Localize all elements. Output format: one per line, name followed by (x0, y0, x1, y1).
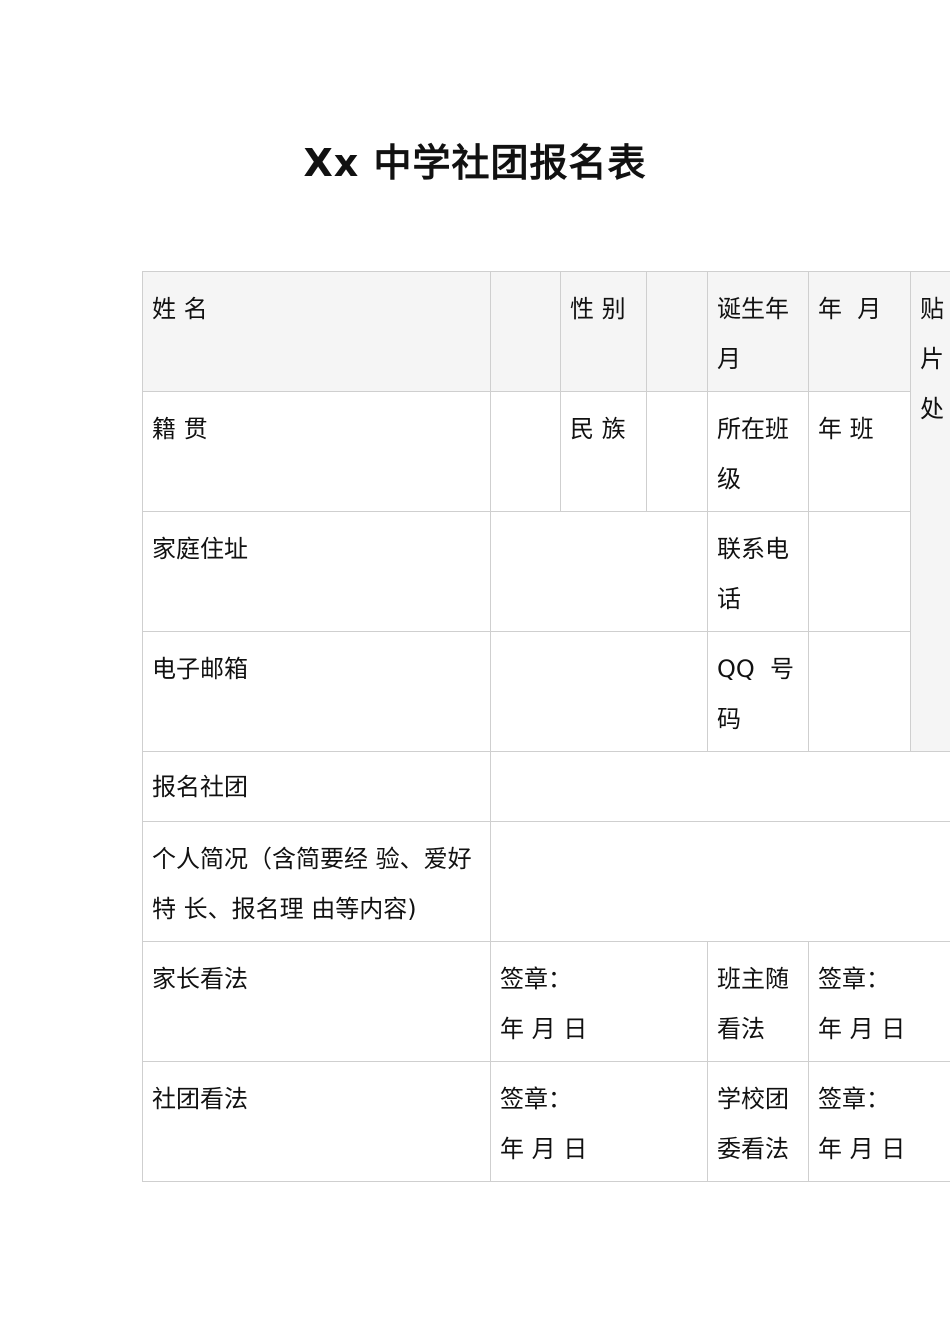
club-field[interactable] (490, 751, 950, 822)
teacher-date-label: 年 月 日 (818, 1015, 906, 1043)
registration-table: 姓 名 性 别 诞生年月 年 月 贴片处 籍 贯 民 族 所在班级 年 班 家庭… (142, 271, 950, 1182)
name-field[interactable] (490, 271, 561, 392)
club-opinion-field[interactable]: 签章： 年 月 日 (490, 1061, 708, 1182)
profile-label: 个人简况（含简要经 验、爱好特 长、报名理 由等内容) (142, 821, 491, 942)
table-row: 家长看法 签章： 年 月 日 班主随看法 签章： 年 月 日 (142, 941, 950, 1062)
teacher-opinion-label: 班主随看法 (707, 941, 809, 1062)
registration-form: 姓 名 性 别 诞生年月 年 月 贴片处 籍 贯 民 族 所在班级 年 班 家庭… (142, 271, 950, 1182)
page-title: Xx 中学社团报名表 (303, 141, 647, 185)
profile-field[interactable] (490, 821, 950, 942)
birth-label: 诞生年月 (707, 271, 809, 392)
email-label: 电子邮箱 (142, 631, 491, 752)
qq-field[interactable] (808, 631, 911, 752)
email-field[interactable] (490, 631, 708, 752)
club-label: 报名社团 (142, 751, 491, 822)
class-field[interactable]: 年 班 (808, 391, 911, 512)
gender-label: 性 别 (560, 271, 647, 392)
table-row: 报名社团 (142, 751, 950, 822)
parent-opinion-label: 家长看法 (142, 941, 491, 1062)
league-sign-label: 签章： (818, 1085, 890, 1113)
teacher-opinion-field[interactable]: 签章： 年 月 日 (808, 941, 950, 1062)
ethnic-label: 民 族 (560, 391, 647, 512)
club-sign-label: 签章： (500, 1085, 572, 1113)
table-row: 家庭住址 联系电话 (142, 511, 950, 632)
table-row: 个人简况（含简要经 验、爱好特 长、报名理 由等内容) (142, 821, 950, 942)
club-opinion-label: 社团看法 (142, 1061, 491, 1182)
club-date-label: 年 月 日 (500, 1135, 588, 1163)
qq-label: QQ 号码 (707, 631, 809, 752)
name-label: 姓 名 (142, 271, 491, 392)
native-place-label: 籍 贯 (142, 391, 491, 512)
ethnic-field[interactable] (646, 391, 708, 512)
table-row: 籍 贯 民 族 所在班级 年 班 (142, 391, 950, 512)
table-row: 姓 名 性 别 诞生年月 年 月 贴片处 (142, 271, 950, 752)
phone-field[interactable] (808, 511, 911, 632)
photo-box[interactable]: 贴片处 (910, 271, 950, 752)
parent-date-label: 年 月 日 (500, 1015, 588, 1043)
class-label: 所在班级 (707, 391, 809, 512)
parent-opinion-field[interactable]: 签章： 年 月 日 (490, 941, 708, 1062)
address-label: 家庭住址 (142, 511, 491, 632)
league-opinion-field[interactable]: 签章： 年 月 日 (808, 1061, 950, 1182)
table-row: 电子邮箱 QQ 号码 (142, 631, 950, 752)
league-date-label: 年 月 日 (818, 1135, 906, 1163)
table-row: 社团看法 签章： 年 月 日 学校团委看法 签章： 年 月 日 (142, 1061, 950, 1182)
gender-field[interactable] (646, 271, 708, 392)
native-place-field[interactable] (490, 391, 561, 512)
address-field[interactable] (490, 511, 708, 632)
phone-label: 联系电话 (707, 511, 809, 632)
league-opinion-label: 学校团委看法 (707, 1061, 809, 1182)
parent-sign-label: 签章： (500, 965, 572, 993)
birth-field[interactable]: 年 月 (808, 271, 911, 392)
teacher-sign-label: 签章： (818, 965, 890, 993)
